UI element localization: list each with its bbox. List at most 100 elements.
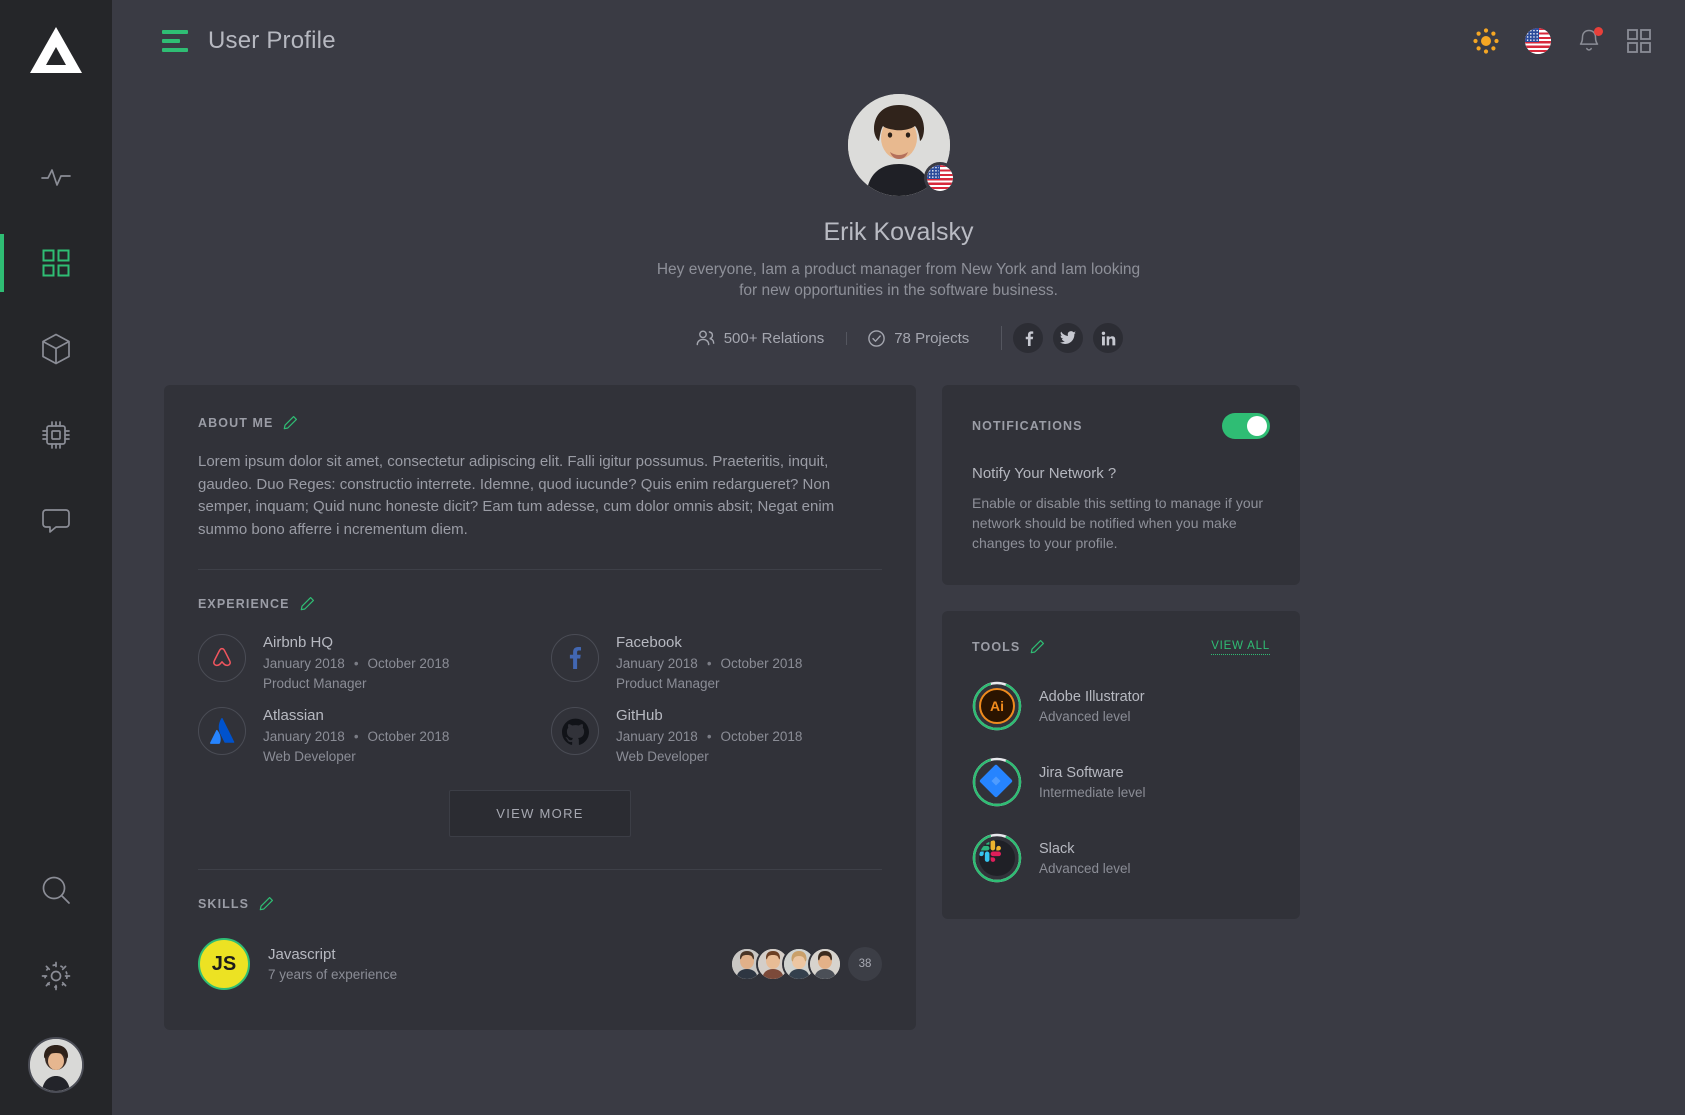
experience-end: October 2018 [720, 729, 803, 744]
facebook-icon [1025, 330, 1034, 346]
grid-dashboard-icon [42, 249, 70, 277]
stat-projects[interactable]: 78 Projects [846, 330, 991, 347]
twitter-icon [1060, 331, 1077, 344]
chip-cpu-icon [42, 421, 70, 449]
skill-experience: 7 years of experience [268, 967, 398, 982]
topbar-actions [1473, 27, 1651, 54]
experience-item: Facebook January 2018 • October 2018 Produ… [551, 634, 882, 691]
view-all-tools-link[interactable]: VIEW ALL [1211, 640, 1270, 655]
notifications-description: Enable or disable this setting to manage… [972, 495, 1264, 551]
language-selector-button[interactable] [1525, 28, 1551, 54]
main-area: User Profile Erik Kovalsky Hey everyone,… [112, 0, 1685, 1115]
notifications-header: NOTIFICATIONS [972, 413, 1270, 439]
experience-role: Web Developer [616, 749, 709, 764]
skills-title: SKILLS [198, 897, 250, 911]
javascript-logo: JS [198, 938, 250, 990]
tools-header: TOOLS VIEW ALL [972, 639, 1270, 655]
experience-item: Airbnb HQ January 2018 • October 2018 Prod… [198, 634, 529, 691]
skill-endorsers: 38 [730, 947, 882, 981]
facebook-button[interactable] [1013, 323, 1044, 353]
toggle-knob [1247, 416, 1267, 436]
experience-end: October 2018 [367, 656, 450, 671]
adobe-illustrator-icon: Ai [979, 688, 1015, 724]
airbnb-icon [213, 647, 231, 667]
sidebar-item-settings[interactable] [0, 933, 112, 1019]
triangle-logo-icon [30, 27, 82, 73]
page-title: User Profile [208, 27, 336, 54]
notifications-toggle[interactable] [1222, 413, 1270, 439]
sidebar-item-search[interactable] [0, 847, 112, 933]
tool-level: Advanced level [1039, 860, 1131, 876]
experience-dates: January 2018 • October 2018 [263, 656, 450, 671]
avatar-image [30, 1039, 82, 1091]
tool-name: Adobe Illustrator [1039, 688, 1145, 705]
experience-role: Web Developer [263, 749, 356, 764]
gear-settings-icon [41, 961, 71, 991]
experience-title: EXPERIENCE [198, 597, 290, 611]
profile-avatar[interactable] [847, 94, 956, 196]
tool-level: Intermediate level [1039, 784, 1146, 800]
tool-item: Jira Software Intermediate level [972, 757, 1270, 807]
sidebar-item-messages[interactable] [0, 478, 112, 564]
experience-item: Atlassian January 2018 • October 2018 Web … [198, 707, 529, 764]
endorser-avatar[interactable] [808, 947, 842, 981]
sidebar-item-dashboard[interactable] [0, 220, 112, 306]
stat-relations[interactable]: 500+ Relations [674, 330, 847, 347]
linkedin-icon [1101, 331, 1116, 345]
topbar: User Profile [112, 0, 1685, 82]
jira-icon [979, 764, 1015, 800]
check-circle-icon [868, 329, 886, 347]
sidebar-user-avatar[interactable] [28, 1037, 84, 1093]
activity-pulse-icon [41, 169, 71, 186]
theme-toggle-button[interactable] [1473, 28, 1499, 54]
sidebar-item-devices[interactable] [0, 392, 112, 478]
experience-dates: January 2018 • October 2018 [616, 656, 803, 671]
skill-item: JS Javascript 7 years of experience 38 [198, 938, 882, 990]
experience-end: October 2018 [720, 656, 803, 671]
sidebar-item-activity[interactable] [0, 134, 112, 220]
edit-tools-pencil-icon[interactable] [1029, 639, 1045, 655]
edit-experience-pencil-icon[interactable] [299, 596, 315, 612]
github-logo [551, 707, 599, 755]
profile-bio: Hey everyone, Iam a product manager from… [656, 261, 1141, 299]
airbnb-logo [198, 634, 246, 682]
right-column: NOTIFICATIONS Notify Your Network ? Enab… [942, 385, 1300, 919]
edit-skills-pencil-icon[interactable] [258, 896, 274, 912]
grid-apps-icon [1627, 29, 1651, 53]
view-more-row: VIEW MORE [198, 790, 882, 837]
notifications-question: Notify Your Network ? [972, 465, 1117, 482]
sidebar-nav [0, 134, 112, 564]
apps-menu-button[interactable] [1627, 29, 1651, 53]
left-column: ABOUT ME Lorem ipsum dolor sit amet, con… [164, 385, 916, 1030]
divider [198, 569, 882, 570]
tool-progress-ring [972, 833, 1022, 883]
notifications-button[interactable] [1577, 27, 1603, 54]
tools-card: TOOLS VIEW ALL Ai Adobe Illustrator Adva… [942, 611, 1300, 919]
about-title: ABOUT ME [198, 416, 274, 430]
view-more-button[interactable]: VIEW MORE [449, 790, 631, 837]
sun-brightness-icon [1473, 28, 1499, 54]
tool-name: Slack [1039, 840, 1075, 857]
notification-badge-dot [1594, 27, 1603, 36]
app-logo[interactable] [28, 22, 84, 78]
edit-about-pencil-icon[interactable] [282, 415, 298, 431]
sidebar [0, 0, 112, 1115]
linkedin-button[interactable] [1093, 323, 1124, 353]
endorser-count-badge[interactable]: 38 [848, 947, 882, 981]
experience-start: January 2018 [263, 656, 345, 671]
about-section-header: ABOUT ME [198, 415, 882, 431]
profile-country-flag [923, 162, 956, 194]
sidebar-item-products[interactable] [0, 306, 112, 392]
twitter-button[interactable] [1053, 323, 1084, 353]
experience-company: Airbnb HQ [263, 634, 334, 651]
skills-section-header: SKILLS [198, 896, 882, 912]
tool-item: Slack Advanced level [972, 833, 1270, 883]
hamburger-menu-icon[interactable] [162, 30, 188, 52]
divider [198, 869, 882, 870]
experience-dates: January 2018 • October 2018 [263, 729, 450, 744]
notifications-card: NOTIFICATIONS Notify Your Network ? Enab… [942, 385, 1300, 585]
facebook-icon [569, 646, 581, 669]
people-icon [696, 330, 715, 346]
experience-item: GitHub January 2018 • October 2018 Web Dev… [551, 707, 882, 764]
atlassian-icon [210, 718, 235, 744]
